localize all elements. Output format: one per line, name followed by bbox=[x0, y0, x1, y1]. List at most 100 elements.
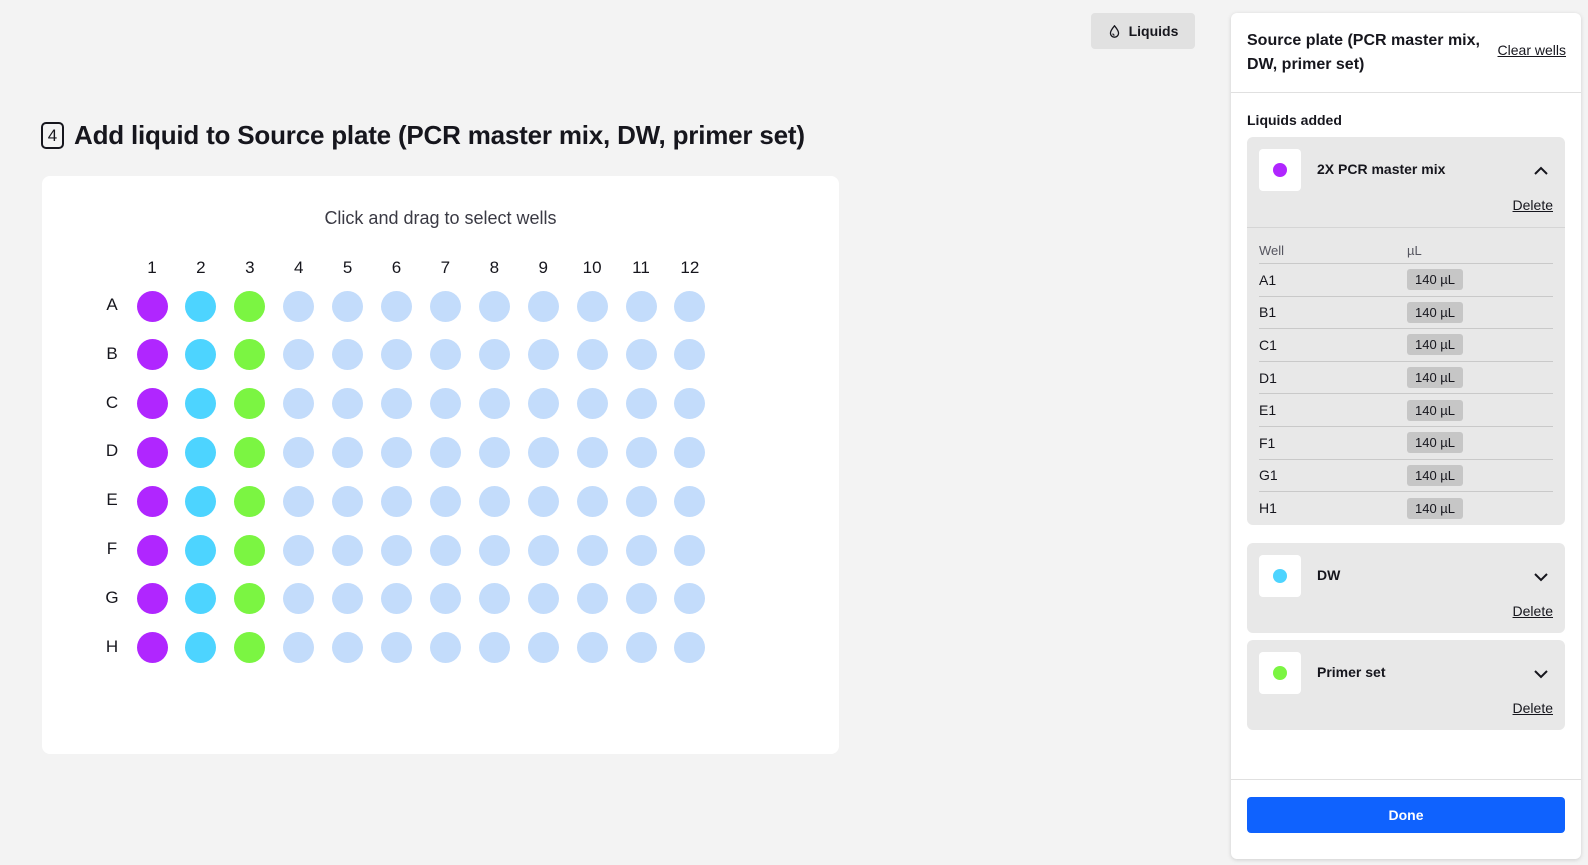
well-E2[interactable] bbox=[185, 485, 217, 517]
well-D5[interactable] bbox=[332, 436, 364, 468]
well-A8[interactable] bbox=[478, 290, 510, 322]
delete-liquid-button[interactable]: Delete bbox=[1513, 197, 1553, 213]
well-E9[interactable] bbox=[527, 485, 559, 517]
well-H8[interactable] bbox=[478, 632, 510, 664]
well-G5[interactable] bbox=[332, 583, 364, 615]
well-G1[interactable] bbox=[136, 583, 168, 615]
well-F12[interactable] bbox=[674, 534, 706, 566]
well-H9[interactable] bbox=[527, 632, 559, 664]
well-G12[interactable] bbox=[674, 583, 706, 615]
well-E7[interactable] bbox=[429, 485, 461, 517]
well-D2[interactable] bbox=[185, 436, 217, 468]
well-G6[interactable] bbox=[381, 583, 412, 615]
well-B6[interactable] bbox=[381, 339, 412, 371]
well-B4[interactable] bbox=[283, 339, 315, 371]
volume-badge[interactable]: 140 µL bbox=[1407, 497, 1464, 519]
well-D9[interactable] bbox=[527, 436, 559, 468]
well-D3[interactable] bbox=[234, 436, 266, 468]
well-F4[interactable] bbox=[283, 534, 315, 566]
well-D7[interactable] bbox=[429, 436, 461, 468]
well-H11[interactable] bbox=[625, 632, 657, 664]
well-C10[interactable] bbox=[576, 388, 608, 420]
well-C3[interactable] bbox=[234, 388, 266, 420]
liquids-button[interactable]: Liquids bbox=[1091, 13, 1195, 49]
delete-liquid-button[interactable]: Delete bbox=[1513, 603, 1553, 619]
well-H5[interactable] bbox=[332, 632, 364, 664]
well-A7[interactable] bbox=[429, 290, 461, 322]
well-H12[interactable] bbox=[674, 632, 706, 664]
liquid-card-header[interactable]: Primer set Delete bbox=[1247, 640, 1565, 730]
well-A10[interactable] bbox=[576, 290, 608, 322]
well-F6[interactable] bbox=[381, 534, 412, 566]
well-A2[interactable] bbox=[185, 290, 217, 322]
well-F9[interactable] bbox=[527, 534, 559, 566]
well-E8[interactable] bbox=[478, 485, 510, 517]
well-F3[interactable] bbox=[234, 534, 266, 566]
well-F10[interactable] bbox=[576, 534, 608, 566]
well-F8[interactable] bbox=[478, 534, 510, 566]
well-A3[interactable] bbox=[234, 290, 266, 322]
well-C7[interactable] bbox=[429, 388, 461, 420]
well-D12[interactable] bbox=[674, 436, 706, 468]
volume-badge[interactable]: 140 µL bbox=[1407, 334, 1464, 356]
well-F11[interactable] bbox=[625, 534, 657, 566]
well-E11[interactable] bbox=[625, 485, 657, 517]
well-E1[interactable] bbox=[136, 485, 168, 517]
well-A1[interactable] bbox=[136, 290, 168, 322]
well-F2[interactable] bbox=[185, 534, 217, 566]
volume-badge[interactable]: 140 µL bbox=[1407, 269, 1464, 291]
well-C11[interactable] bbox=[625, 388, 657, 420]
well-G9[interactable] bbox=[527, 583, 559, 615]
well-C2[interactable] bbox=[185, 388, 217, 420]
volume-badge[interactable]: 140 µL bbox=[1407, 301, 1464, 323]
done-button[interactable]: Done bbox=[1247, 797, 1565, 833]
well-C6[interactable] bbox=[381, 388, 412, 420]
volume-badge[interactable]: 140 µL bbox=[1407, 367, 1464, 389]
well-C1[interactable] bbox=[136, 388, 168, 420]
well-G2[interactable] bbox=[185, 583, 217, 615]
well-E12[interactable] bbox=[674, 485, 706, 517]
well-E5[interactable] bbox=[332, 485, 364, 517]
well-B8[interactable] bbox=[478, 339, 510, 371]
well-H2[interactable] bbox=[185, 632, 217, 664]
well-C12[interactable] bbox=[674, 388, 706, 420]
well-E10[interactable] bbox=[576, 485, 608, 517]
well-F5[interactable] bbox=[332, 534, 364, 566]
delete-liquid-button[interactable]: Delete bbox=[1513, 700, 1553, 716]
well-A4[interactable] bbox=[283, 290, 315, 322]
well-G7[interactable] bbox=[429, 583, 461, 615]
well-H10[interactable] bbox=[576, 632, 608, 664]
well-B2[interactable] bbox=[185, 339, 217, 371]
well-A11[interactable] bbox=[625, 290, 657, 322]
well-C8[interactable] bbox=[478, 388, 510, 420]
clear-wells-link[interactable]: Clear wells bbox=[1498, 42, 1566, 92]
well-D11[interactable] bbox=[625, 436, 657, 468]
liquid-card-header[interactable]: 2X PCR master mix Delete bbox=[1247, 137, 1565, 227]
volume-badge[interactable]: 140 µL bbox=[1407, 464, 1464, 486]
well-D1[interactable] bbox=[136, 436, 168, 468]
well-D8[interactable] bbox=[478, 436, 510, 468]
well-B7[interactable] bbox=[429, 339, 461, 371]
well-B10[interactable] bbox=[576, 339, 608, 371]
well-B12[interactable] bbox=[674, 339, 706, 371]
well-H7[interactable] bbox=[429, 632, 461, 664]
well-H6[interactable] bbox=[381, 632, 412, 664]
well-A6[interactable] bbox=[381, 290, 412, 322]
well-F1[interactable] bbox=[136, 534, 168, 566]
well-F7[interactable] bbox=[429, 534, 461, 566]
well-G8[interactable] bbox=[478, 583, 510, 615]
liquid-card-header[interactable]: DW Delete bbox=[1247, 543, 1565, 633]
well-A5[interactable] bbox=[332, 290, 364, 322]
well-C4[interactable] bbox=[283, 388, 315, 420]
well-H4[interactable] bbox=[283, 632, 315, 664]
well-B9[interactable] bbox=[527, 339, 559, 371]
well-D10[interactable] bbox=[576, 436, 608, 468]
well-G11[interactable] bbox=[625, 583, 657, 615]
well-G3[interactable] bbox=[234, 583, 266, 615]
well-C9[interactable] bbox=[527, 388, 559, 420]
well-E6[interactable] bbox=[381, 485, 412, 517]
well-H1[interactable] bbox=[136, 632, 168, 664]
well-C5[interactable] bbox=[332, 388, 364, 420]
well-D6[interactable] bbox=[381, 436, 412, 468]
well-A9[interactable] bbox=[527, 290, 559, 322]
